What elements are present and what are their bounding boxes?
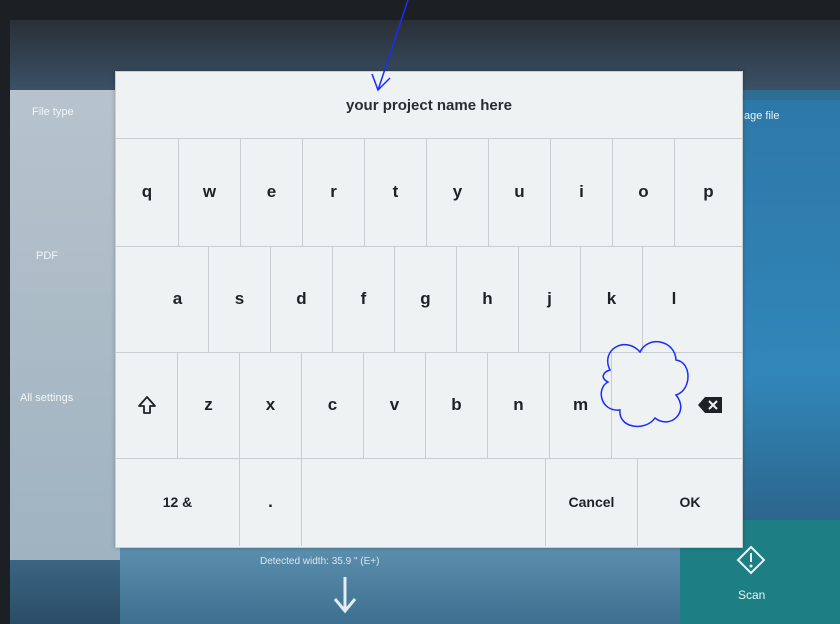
ok-button[interactable]: OK	[638, 458, 742, 546]
key-d[interactable]: d	[271, 246, 333, 352]
key-p[interactable]: p	[675, 138, 742, 246]
shift-arrow-icon	[137, 396, 156, 414]
key-q[interactable]: q	[116, 138, 179, 246]
on-screen-keyboard: your project name here q w e r t y u i o…	[115, 71, 743, 548]
key-x[interactable]: x	[240, 352, 302, 458]
shift-key[interactable]	[116, 352, 178, 458]
key-b[interactable]: b	[426, 352, 488, 458]
period-key[interactable]: .	[240, 458, 302, 546]
key-n[interactable]: n	[488, 352, 550, 458]
background-status-area	[120, 545, 680, 624]
key-i[interactable]: i	[551, 138, 613, 246]
space-key[interactable]	[302, 458, 546, 546]
key-j[interactable]: j	[519, 246, 581, 352]
key-v[interactable]: v	[364, 352, 426, 458]
key-e[interactable]: e	[241, 138, 303, 246]
down-arrow-icon	[333, 577, 357, 614]
key-l[interactable]: l	[643, 246, 705, 352]
keyboard-row-2: a s d f g h j k l	[116, 246, 742, 353]
numbers-symbols-key[interactable]: 12 &	[116, 458, 240, 546]
key-h[interactable]: h	[457, 246, 519, 352]
scan-icon	[736, 545, 766, 575]
keyboard-row-4: 12 & . Cancel OK	[116, 458, 742, 546]
key-o[interactable]: o	[613, 138, 675, 246]
key-c[interactable]: c	[302, 352, 364, 458]
backspace-key[interactable]	[612, 352, 742, 458]
key-u[interactable]: u	[489, 138, 551, 246]
format-value: PDF	[36, 250, 58, 262]
keyboard-title: your project name here	[116, 72, 742, 139]
key-z[interactable]: z	[178, 352, 240, 458]
all-settings-button[interactable]: All settings	[20, 392, 73, 404]
background-right-panel	[740, 100, 840, 560]
backspace-icon	[698, 397, 722, 413]
cancel-button[interactable]: Cancel	[546, 458, 638, 546]
detected-width-text: Detected width: 35.9 " (E+)	[260, 556, 380, 567]
key-y[interactable]: y	[427, 138, 489, 246]
keyboard-row-1: q w e r t y u i o p	[116, 138, 742, 247]
key-s[interactable]: s	[209, 246, 271, 352]
key-t[interactable]: t	[365, 138, 427, 246]
key-f[interactable]: f	[333, 246, 395, 352]
key-r[interactable]: r	[303, 138, 365, 246]
keyboard-row-3: z x c v b n m	[116, 352, 742, 459]
key-g[interactable]: g	[395, 246, 457, 352]
right-panel-label: age file	[744, 110, 780, 122]
background-left-panel	[10, 90, 120, 560]
key-w[interactable]: w	[179, 138, 241, 246]
key-a[interactable]: a	[147, 246, 209, 352]
file-type-label: File type	[32, 106, 74, 118]
key-m[interactable]: m	[550, 352, 612, 458]
scan-label: Scan	[738, 588, 766, 602]
key-k[interactable]: k	[581, 246, 643, 352]
